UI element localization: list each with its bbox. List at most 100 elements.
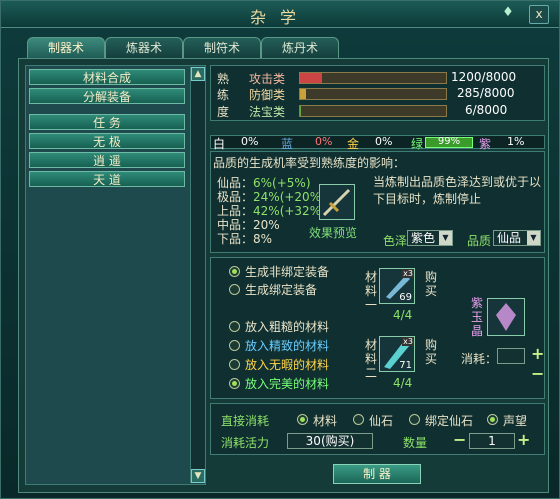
rate-green-label: 绿 — [411, 137, 424, 151]
gem-label: 紫玉晶 — [471, 296, 484, 338]
menu-xiaoyao[interactable]: 逍 遥 — [29, 152, 185, 168]
quality-rate-strip: 白 0% 蓝 0% 金 0% 绿 99% 紫 1% — [210, 135, 545, 151]
mat-coarse[interactable]: 放入粗糙的材料 — [245, 318, 329, 335]
tab-liandan[interactable]: 炼丹术 — [261, 37, 339, 58]
rate-blue-value: 0% — [315, 135, 333, 148]
bind-option-unbound-radio[interactable] — [229, 266, 240, 277]
tab-zhiqi[interactable]: 制器术 — [27, 37, 105, 59]
rate-green-value: 99% — [437, 136, 461, 147]
color-select[interactable]: 紫色 ▼ — [407, 230, 453, 246]
make-button[interactable]: 制 器 — [333, 464, 421, 484]
jade-pin-icon[interactable]: ♦ — [501, 5, 515, 21]
mat-fine-radio[interactable] — [229, 340, 240, 351]
mat-coarse-radio[interactable] — [229, 321, 240, 332]
consume-stone[interactable]: 仙石 — [369, 412, 393, 429]
stop-note: 当炼制出品质色泽达到或优于以下目标时，炼制停止 — [373, 175, 542, 206]
craft-window: 杂学 ♦ x 制器术 炼器术 制符术 炼丹术 材料合成 分解装备 任 务 无 极… — [0, 0, 560, 499]
prof-attack-label: 攻击类 — [249, 72, 286, 86]
vigor-value[interactable]: 30(购买) — [287, 433, 373, 449]
proficiency-box: 熟 练 度 攻击类 1200/8000 防御类 285/8000 法宝类 6/8… — [210, 65, 545, 121]
quality-info-box: 品质的生成机率受到熟练度的影响： 仙品：6%(+5%) 极品：24%(+20%)… — [210, 151, 545, 253]
prof-treasure-bar — [299, 105, 447, 117]
consume-bound-stone-radio[interactable] — [409, 414, 420, 425]
mat-perfect[interactable]: 放入完美的材料 — [245, 375, 329, 392]
material-1-buy[interactable]: 购买 — [425, 270, 437, 298]
consume-reputation-radio[interactable] — [487, 414, 498, 425]
left-menu: 材料合成 分解装备 任 务 无 极 逍 遥 天 道 ▲ ▼ — [25, 65, 206, 485]
menu-material-synthesis[interactable]: 材料合成 — [29, 69, 185, 85]
chevron-down-icon[interactable]: ▼ — [439, 231, 452, 245]
menu-wuji[interactable]: 无 极 — [29, 133, 185, 149]
menu-quest[interactable]: 任 务 — [29, 114, 185, 130]
prof-attack-bar — [299, 72, 447, 84]
scroll-down-icon[interactable]: ▼ — [191, 469, 205, 483]
purple-gem-icon — [496, 303, 516, 331]
material-2-buy[interactable]: 购买 — [425, 338, 437, 366]
prof-char-2: 练 — [217, 88, 230, 102]
prof-defense-label: 防御类 — [249, 88, 286, 102]
bind-option-bound[interactable]: 生成绑定装备 — [245, 281, 317, 298]
material-1-count: 69 — [399, 292, 412, 303]
close-button[interactable]: x — [529, 5, 549, 24]
menu-tiandao[interactable]: 天 道 — [29, 171, 185, 187]
consume-bound-stone[interactable]: 绑定仙石 — [425, 412, 473, 429]
mat-fine[interactable]: 放入精致的材料 — [245, 337, 329, 354]
consume-material[interactable]: 材料 — [313, 412, 337, 429]
weapon-preview-slot[interactable] — [319, 184, 355, 220]
prof-treasure-value: 6/8000 — [465, 103, 508, 117]
gem-minus-icon[interactable]: − — [531, 364, 544, 383]
gem-consume-input[interactable] — [497, 348, 525, 364]
gem-plus-icon[interactable]: + — [531, 344, 544, 363]
scroll-up-icon[interactable]: ▲ — [191, 67, 205, 81]
left-scrollbar[interactable]: ▲ ▼ — [190, 67, 205, 483]
material-2-label: 材料二 — [365, 338, 378, 380]
quality-label: 品质 — [467, 234, 492, 248]
tab-zhifu[interactable]: 制符术 — [183, 37, 261, 58]
color-label: 色泽 — [383, 234, 408, 248]
rate-gold-label: 金 — [347, 137, 360, 151]
prof-attack-value: 1200/8000 — [451, 70, 517, 84]
prof-char-1: 熟 — [217, 72, 230, 86]
qty-minus-icon[interactable]: − — [453, 430, 466, 449]
material-1-slot[interactable]: x3 69 — [379, 268, 415, 304]
vigor-label: 消耗活力 — [221, 436, 270, 450]
bind-option-unbound[interactable]: 生成非绑定装备 — [245, 263, 329, 280]
material-1-badge: x3 — [402, 269, 414, 278]
rate-purple-value: 1% — [507, 135, 525, 148]
prof-defense-value: 285/8000 — [457, 86, 515, 100]
mat-flawless[interactable]: 放入无暇的材料 — [245, 356, 329, 373]
quality-heading: 品质的生成机率受到熟练度的影响： — [213, 156, 406, 170]
qty-input[interactable]: 1 — [469, 433, 515, 449]
rate-green-bar: 99% — [425, 136, 473, 148]
sword-icon — [322, 188, 351, 217]
prof-char-3: 度 — [217, 105, 230, 119]
material-1-label: 材料一 — [365, 270, 378, 312]
tab-lianqi[interactable]: 炼器术 — [105, 37, 183, 58]
rate-white-value: 0% — [241, 135, 259, 148]
consume-reputation[interactable]: 声望 — [503, 412, 527, 429]
material-2-progress: 4/4 — [393, 376, 413, 390]
menu-dismantle-equipment[interactable]: 分解装备 — [29, 88, 185, 104]
chevron-down-icon[interactable]: ▼ — [527, 231, 540, 245]
mat-perfect-radio[interactable] — [229, 378, 240, 389]
consume-material-radio[interactable] — [297, 414, 308, 425]
window-title: 杂学 — [249, 8, 310, 27]
rate-gold-value: 0% — [375, 135, 393, 148]
qty-label: 数量 — [403, 436, 428, 450]
rate-white-label: 白 — [213, 137, 226, 151]
prof-defense-bar — [299, 88, 447, 100]
material-1-progress: 4/4 — [393, 308, 413, 322]
rate-blue-label: 蓝 — [281, 137, 294, 151]
material-2-slot[interactable]: x3 71 — [379, 336, 415, 372]
direct-consume-label: 直接消耗 — [221, 414, 270, 428]
title-bar[interactable]: 杂学 ♦ x — [1, 1, 559, 28]
material-2-count: 71 — [399, 360, 412, 371]
mat-flawless-radio[interactable] — [229, 359, 240, 370]
preview-label[interactable]: 效果预览 — [309, 224, 357, 241]
prof-treasure-label: 法宝类 — [249, 105, 286, 119]
consume-stone-radio[interactable] — [353, 414, 364, 425]
bind-option-bound-radio[interactable] — [229, 284, 240, 295]
qty-plus-icon[interactable]: + — [517, 430, 530, 449]
quality-select[interactable]: 仙品 ▼ — [493, 230, 541, 246]
gem-slot[interactable] — [487, 298, 525, 336]
